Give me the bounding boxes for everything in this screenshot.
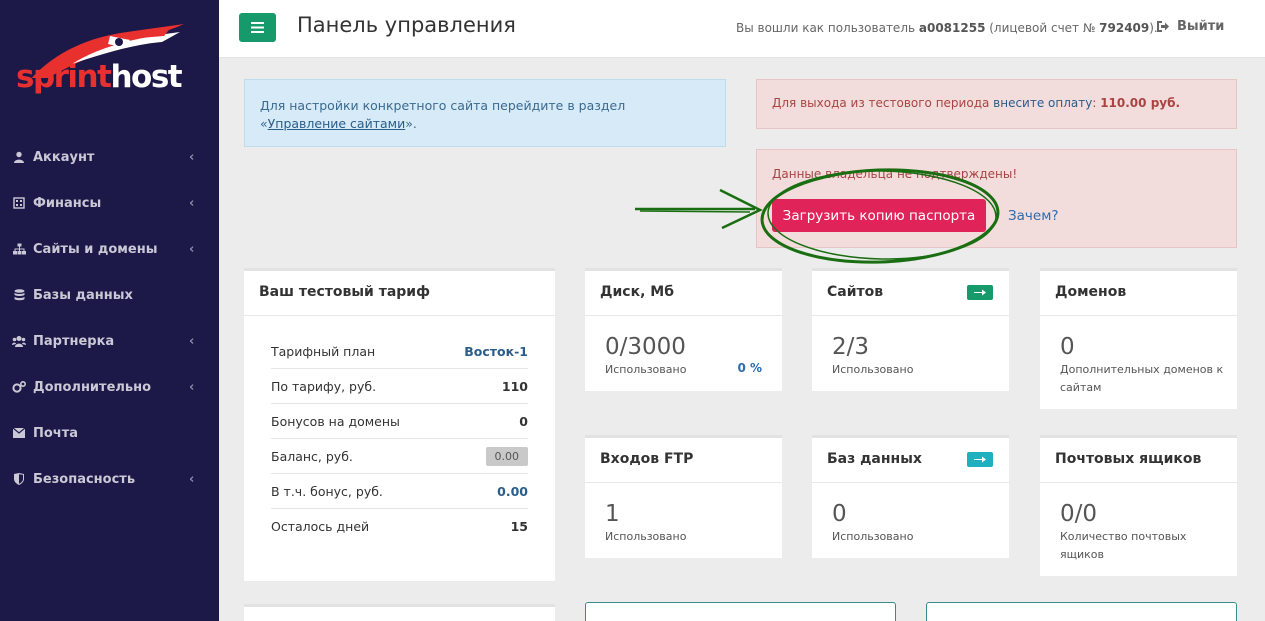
payment-amount: 110.00 руб. <box>1100 96 1181 110</box>
table-row: Бонусов на домены 0 <box>271 404 528 439</box>
payment-alert: Для выхода из тестового периода внесите … <box>756 79 1237 129</box>
hamburger-icon <box>251 22 264 33</box>
panel-title: Почтовых ящиков <box>1040 438 1237 483</box>
stat-label: Количество почтовых ящиков <box>1060 530 1187 561</box>
owner-unverified-alert: Данные владельца не подтверждены! Загруз… <box>756 149 1237 248</box>
sidebar-item-additional[interactable]: Дополнительно ‹ <box>0 364 219 410</box>
mail-stat-panel: Почтовых ящиков 0/0 Количество почтовых … <box>1040 435 1237 576</box>
sidebar-item-label: Почта <box>33 425 79 441</box>
file-manager-button[interactable] <box>585 602 896 621</box>
panel-title: Ваш тестовый тариф <box>244 271 555 316</box>
sidebar-item-label: Базы данных <box>33 287 133 303</box>
logout-button[interactable]: Выйти <box>1157 19 1224 34</box>
sidebar-nav: Аккаунт ‹ Финансы ‹ Сайты и домены ‹ Баз… <box>0 134 219 502</box>
stat-value: 0 <box>1060 334 1075 360</box>
arrow-right-icon <box>974 456 986 463</box>
sidebar-item-label: Аккаунт <box>33 149 95 165</box>
why-link[interactable]: Зачем? <box>1008 208 1059 224</box>
chevron-left-icon: ‹ <box>189 150 195 165</box>
balance-badge: 0.00 <box>485 446 528 466</box>
sidebar-item-security[interactable]: Безопасность ‹ <box>0 456 219 502</box>
user-icon <box>12 150 26 164</box>
stat-percent: 0 % <box>737 361 762 375</box>
username: a0081255 <box>918 21 986 35</box>
info-alert: Для настройки конкретного сайта перейдит… <box>244 79 726 147</box>
manage-sites-link[interactable]: Управление сайтами <box>268 116 406 131</box>
table-row: По тарифу, руб. 110 <box>271 369 528 404</box>
domains-stat-panel: Доменов 0 Дополнительных доменов к сайта… <box>1040 268 1237 409</box>
chevron-left-icon: ‹ <box>189 472 195 487</box>
tariff-plan-link[interactable]: Восток-1 <box>464 344 528 359</box>
account-number: 792409 <box>1099 21 1150 35</box>
sidebar-item-label: Финансы <box>33 195 102 211</box>
menu-toggle-button[interactable] <box>239 13 276 42</box>
stat-value: 0/3000 <box>605 334 686 360</box>
top-header: Панель управления Вы вошли как пользоват… <box>219 0 1265 58</box>
chevron-left-icon: ‹ <box>189 196 195 211</box>
table-row: Тарифный план Восток-1 <box>271 334 528 369</box>
database-icon <box>12 288 26 302</box>
panel-title: Доменов <box>1040 271 1237 316</box>
partial-panel <box>244 604 555 621</box>
sidebar-item-label: Партнерка <box>33 333 115 349</box>
panel-title: Входов FTP <box>585 438 782 483</box>
stat-label: Использовано <box>832 363 914 376</box>
calculator-icon <box>12 196 26 210</box>
stat-value: 0 <box>832 501 847 527</box>
go-sites-button[interactable] <box>967 285 993 300</box>
page-title: Панель управления <box>297 13 516 37</box>
owner-unverified-text: Данные владельца не подтверждены! <box>772 167 1018 181</box>
sidebar: sprinthost Аккаунт ‹ Финансы ‹ Сайты и д… <box>0 0 219 621</box>
chevron-left-icon: ‹ <box>189 334 195 349</box>
sidebar-item-partners[interactable]: Партнерка ‹ <box>0 318 219 364</box>
disk-stat-panel: Диск, Мб 0/3000 Использовано 0 % <box>585 268 782 391</box>
go-databases-button[interactable] <box>967 452 993 467</box>
user-info: Вы вошли как пользователь a0081255 (лице… <box>736 21 1158 35</box>
table-row: Осталось дней 15 <box>271 519 528 534</box>
table-row: В т.ч. бонус, руб. 0.00 <box>271 474 528 509</box>
cogs-icon <box>12 380 26 394</box>
chevron-left-icon: ‹ <box>189 242 195 257</box>
sites-stat-panel: Сайтов 2/3 Использовано <box>812 268 1009 391</box>
stat-label: Использовано <box>605 363 687 376</box>
stat-label: Дополнительных доменов к сайтам <box>1060 363 1224 394</box>
stat-label: Использовано <box>605 530 687 543</box>
make-payment-link[interactable]: внесите оплату <box>993 96 1092 110</box>
table-row: Баланс, руб. 0.00 <box>271 439 528 474</box>
stat-label: Использовано <box>832 530 914 543</box>
sidebar-item-account[interactable]: Аккаунт ‹ <box>0 134 219 180</box>
sidebar-item-mail[interactable]: Почта <box>0 410 219 456</box>
arrow-right-icon <box>974 289 986 296</box>
ftp-stat-panel: Входов FTP 1 Использовано <box>585 435 782 558</box>
sign-out-icon <box>1157 21 1169 32</box>
chevron-left-icon: ‹ <box>189 380 195 395</box>
resources-button[interactable] <box>926 602 1237 621</box>
stat-value: 1 <box>605 501 620 527</box>
panel-title: Диск, Мб <box>585 271 782 316</box>
users-icon <box>12 334 26 348</box>
sidebar-item-label: Сайты и домены <box>33 241 158 257</box>
stat-value: 0/0 <box>1060 501 1098 527</box>
envelope-icon <box>12 426 26 440</box>
db-stat-panel: Баз данных 0 Использовано <box>812 435 1009 558</box>
sidebar-item-finance[interactable]: Финансы ‹ <box>0 180 219 226</box>
sidebar-item-label: Безопасность <box>33 471 136 487</box>
sitemap-icon <box>12 242 26 256</box>
sidebar-item-databases[interactable]: Базы данных <box>0 272 219 318</box>
tariff-panel: Ваш тестовый тариф Тарифный план Восток-1… <box>244 268 555 581</box>
tariff-table: Тарифный план Восток-1 По тарифу, руб. 110… <box>271 334 528 544</box>
sidebar-item-label: Дополнительно <box>33 379 152 395</box>
stat-value: 2/3 <box>832 334 870 360</box>
shield-icon <box>12 472 26 486</box>
upload-passport-button[interactable]: Загрузить копию паспорта <box>772 199 986 232</box>
sidebar-item-sites-domains[interactable]: Сайты и домены ‹ <box>0 226 219 272</box>
logo-wordmark: sprinthost <box>16 59 183 95</box>
